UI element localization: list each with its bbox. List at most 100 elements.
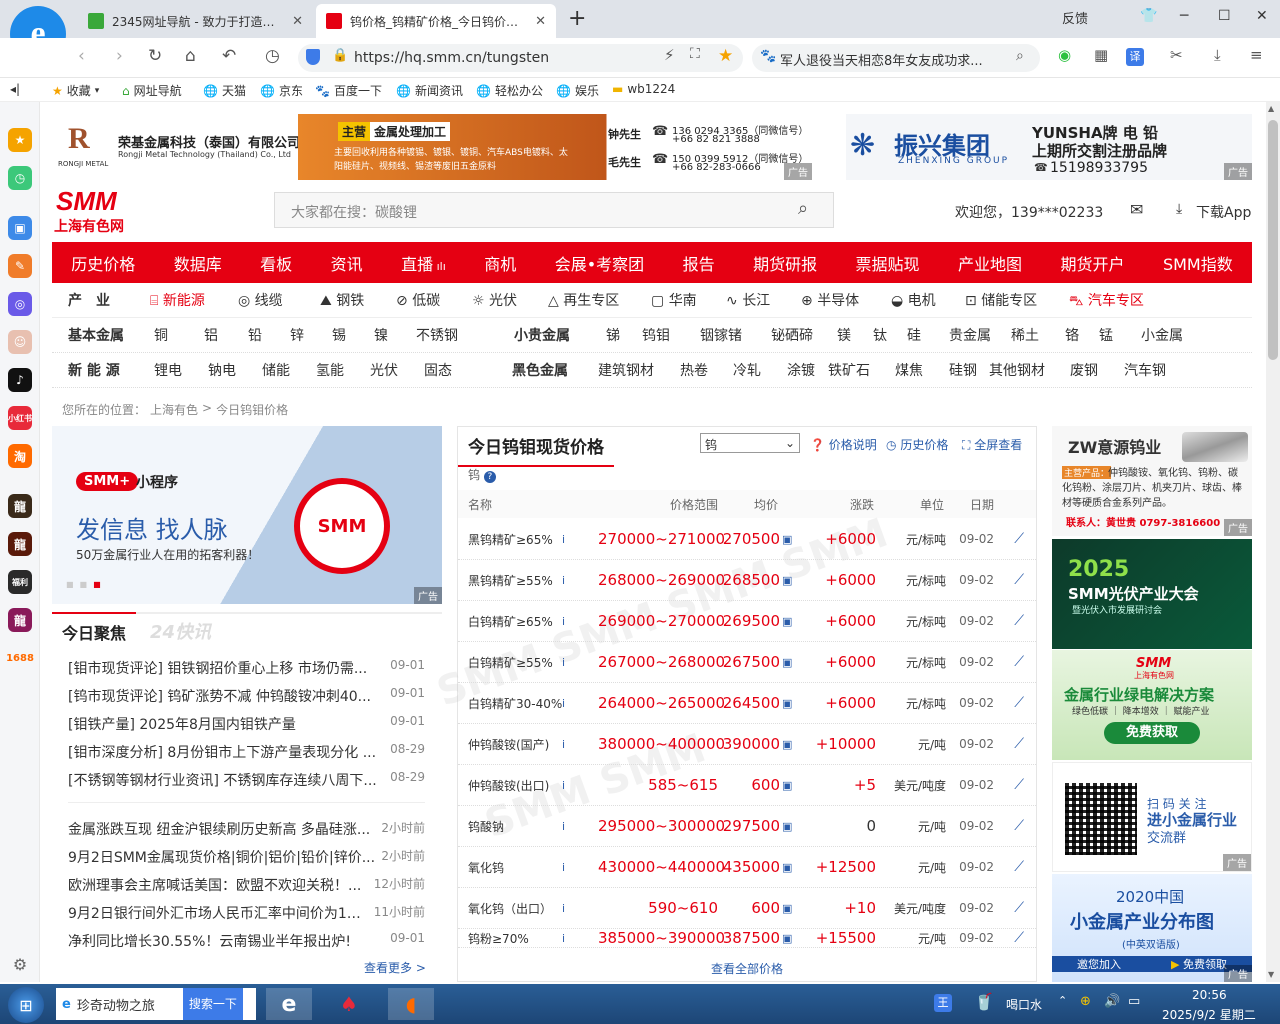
category-item[interactable]: 不锈钢 xyxy=(416,325,514,345)
bookmark-icon[interactable]: ▣ xyxy=(782,615,796,628)
news-item[interactable]: [钼市深度分析] 8月份钼市上下游产量表现分化 ... 08-29 xyxy=(68,742,425,762)
lightning-icon[interactable]: ⚡ xyxy=(664,46,675,64)
category-item[interactable]: 铝 xyxy=(204,325,248,345)
bookmark-icon[interactable]: ▣ xyxy=(782,697,796,710)
forward-icon[interactable]: › xyxy=(116,46,123,66)
bookmark-office[interactable]: 🌐 轻松办公 xyxy=(476,82,543,99)
news-title[interactable]: [不锈钢等钢材行业资讯] 不锈钢库存连续八周下... xyxy=(68,770,378,790)
news-item[interactable]: 9月2日银行间外汇市场人民币汇率中间价为1美... 11小时前 xyxy=(68,903,425,923)
news-item[interactable]: 9月2日SMM金属现货价格|铜价|铝价|铅价|锌价... 2小时前 xyxy=(68,847,425,867)
game-dragon3-icon[interactable]: 龍 xyxy=(8,608,32,632)
news-item[interactable]: [不锈钢等钢材行业资讯] 不锈钢库存连续八周下... 08-29 xyxy=(68,770,425,790)
info-icon[interactable]: i xyxy=(562,902,598,915)
nav-item[interactable]: 商机 xyxy=(484,251,516,275)
subnav-steel[interactable]: ⛰ 钢铁 xyxy=(320,290,396,310)
miniprogram-banner[interactable]: SMM+ 小程序 发信息 找人脉 50万金属行业人在用的拓客利器！ SMM ■■… xyxy=(52,426,442,604)
category-item[interactable]: 硅 xyxy=(907,325,949,345)
tools-icon[interactable]: ✎ xyxy=(8,254,32,278)
news-title[interactable]: [钼铁产量] 2025年8月国内钼铁产量 xyxy=(68,714,378,734)
start-button-icon[interactable]: ⊞ xyxy=(8,987,44,1023)
pv-conference-ad[interactable]: 2025 SMM光伏产业大会 暨光伏入市发展研讨会 xyxy=(1052,539,1252,649)
green-get-button[interactable]: 免费获取 xyxy=(1104,722,1200,744)
nav-item[interactable]: SMM指数 xyxy=(1163,251,1233,275)
nav-item[interactable]: 期货研报 xyxy=(753,251,817,275)
nav-item[interactable]: 资讯 xyxy=(331,251,363,275)
nav-item[interactable]: 会展•考察团 xyxy=(555,251,644,275)
news-item[interactable]: [钨市现货评论] 钨矿涨势不减 仲钨酸铵冲刺40... 09-01 xyxy=(68,686,425,706)
price-row[interactable]: 黑钨精矿≥55% i 268000~269000 268500 ▣ +6000 元/标吨 09… xyxy=(458,560,1036,601)
close-icon[interactable]: ✕ xyxy=(535,14,546,29)
back-icon[interactable]: ‹ xyxy=(78,46,85,66)
news-title[interactable]: 9月2日SMM金属现货价格|铜价|铝价|铅价|锌价... xyxy=(68,847,378,867)
price-row[interactable]: 黑钨精矿≥65% i 270000~271000 270500 ▣ +6000 元/标吨 09… xyxy=(458,519,1036,560)
news-item[interactable]: [钼市现货评论] 钼铁钢招价重心上移 市场仍需... 09-01 xyxy=(68,658,425,678)
map-footer[interactable]: 邀您加入 ▶ 免费领取 xyxy=(1052,956,1252,972)
bookmark-ent[interactable]: 🌐 娱乐 xyxy=(556,82,599,99)
category-item[interactable]: 储能 xyxy=(262,360,316,380)
bookmark-icon[interactable]: ▣ xyxy=(782,779,796,792)
rongji-ad[interactable]: R RONGJI METAL 荣基金属科技（泰国）有限公司 Rongji Met… xyxy=(52,114,812,180)
window-close-icon[interactable]: ✕ xyxy=(1256,8,1268,24)
url-text[interactable]: https://hq.smm.cn/tungsten xyxy=(354,50,549,66)
category-item[interactable]: 镁 xyxy=(837,325,873,345)
feedback-button[interactable]: 反馈 xyxy=(1062,8,1088,27)
taskbar-browser-icon[interactable]: e xyxy=(266,988,312,1020)
game-dragon-icon[interactable]: 龍 xyxy=(8,494,32,518)
nav-item[interactable]: 产业地图 xyxy=(958,251,1022,275)
menu-icon[interactable]: ≡ xyxy=(1250,46,1263,64)
bookmark-icon[interactable]: ▣ xyxy=(782,861,796,874)
info-icon[interactable]: i xyxy=(562,861,598,874)
news-title[interactable]: [钨市现货评论] 钨矿涨势不减 仲钨酸铵冲刺40... xyxy=(68,686,378,706)
clock-icon[interactable]: ◷ xyxy=(8,166,32,190)
taskbar-search[interactable]: e 珍奇动物之旅 搜索一下 xyxy=(56,988,256,1020)
metal-map-ad[interactable]: 2020中国 小金属产业分布图 (中英双语版) 邀您加入 ▶ 免费领取 广告 xyxy=(1052,874,1252,982)
settings-gear-icon[interactable]: ⚙ xyxy=(8,952,32,976)
category-item[interactable]: 铟镓锗 xyxy=(700,325,771,345)
news-item[interactable]: 金属涨跌互现 纽金沪银续刷历史新高 多晶硅涨... 2小时前 xyxy=(68,819,425,839)
history-price-link[interactable]: ◷ 历史价格 xyxy=(886,436,948,453)
close-icon[interactable]: ✕ xyxy=(292,14,303,29)
nav-item-live[interactable]: 直播 ılı xyxy=(401,251,446,275)
site-1688-icon[interactable]: 1688 xyxy=(6,646,34,670)
screenshot-icon[interactable]: ⛶ xyxy=(690,46,700,62)
subnav-recycle[interactable]: △ 再生专区 xyxy=(548,290,651,310)
clock-time[interactable]: 20:56 xyxy=(1192,988,1227,1002)
category-item[interactable]: 锑 xyxy=(606,325,642,345)
trend-chart-icon[interactable]: ⟋ xyxy=(994,654,1024,670)
nav-item[interactable]: 看板 xyxy=(260,251,292,275)
bookmark-icon[interactable]: ▣ xyxy=(782,656,796,669)
new-tab-button[interactable]: + xyxy=(568,6,586,31)
tray-expand-icon[interactable]: ⌃ xyxy=(1058,994,1067,1007)
sidebar-toggle-icon[interactable]: ◂| xyxy=(10,82,20,96)
breadcrumb-home[interactable]: 上海有色 xyxy=(150,401,198,418)
info-icon[interactable]: i xyxy=(562,615,598,628)
clock-date[interactable]: 2025/9/2 星期二 xyxy=(1162,1006,1256,1023)
nav-item[interactable]: 数据库 xyxy=(174,251,222,275)
bookmark-favorites[interactable]: ★ 收藏 ▾ xyxy=(52,82,99,99)
news-title[interactable]: 欧洲理事会主席喊话美国：欧盟不欢迎关税！... xyxy=(68,875,374,895)
tab-today-focus[interactable]: 今日聚焦 xyxy=(52,612,136,644)
subnav-motor[interactable]: ◒ 电机 xyxy=(891,290,965,310)
bookmark-icon[interactable]: ▣ xyxy=(782,902,796,915)
home-icon[interactable]: ⌂ xyxy=(185,46,196,66)
category-item[interactable]: 氢能 xyxy=(316,360,370,380)
wechat-group-ad[interactable]: 扫 码 关 注 进小金属行业 交流群 广告 xyxy=(1052,762,1252,872)
carousel-dots[interactable]: ■■■ xyxy=(66,580,107,589)
tab-2345[interactable]: 2345网址导航 - 致力于打造百年 ✕ xyxy=(78,4,313,38)
category-item[interactable]: 煤焦 xyxy=(895,360,949,380)
taskbar-cards-icon[interactable]: ♠ xyxy=(326,988,372,1020)
price-row[interactable]: 钨粉≥70% i 385000~390000 387500 ▣ +15500 元/吨 09-0… xyxy=(458,929,1036,948)
info-icon[interactable]: i xyxy=(562,820,598,833)
briefcase-icon[interactable]: ▣ xyxy=(8,216,32,240)
avatar-icon[interactable]: ☺ xyxy=(8,330,32,354)
trend-chart-icon[interactable]: ⟋ xyxy=(994,777,1024,793)
category-item[interactable]: 贵金属 xyxy=(949,325,1011,345)
ime-icon[interactable]: 王 xyxy=(934,994,952,1012)
price-desc-link[interactable]: ❓ 价格说明 xyxy=(810,436,877,453)
category-item[interactable]: 铋硒碲 xyxy=(771,325,837,345)
category-item[interactable]: 锰 xyxy=(1099,325,1141,345)
network-icon[interactable]: ▭ xyxy=(1128,994,1140,1009)
maximize-icon[interactable]: ☐ xyxy=(1218,8,1231,24)
download-icon[interactable]: ⤓ xyxy=(1214,46,1221,64)
game-gift-icon[interactable]: 福利 xyxy=(8,570,32,594)
